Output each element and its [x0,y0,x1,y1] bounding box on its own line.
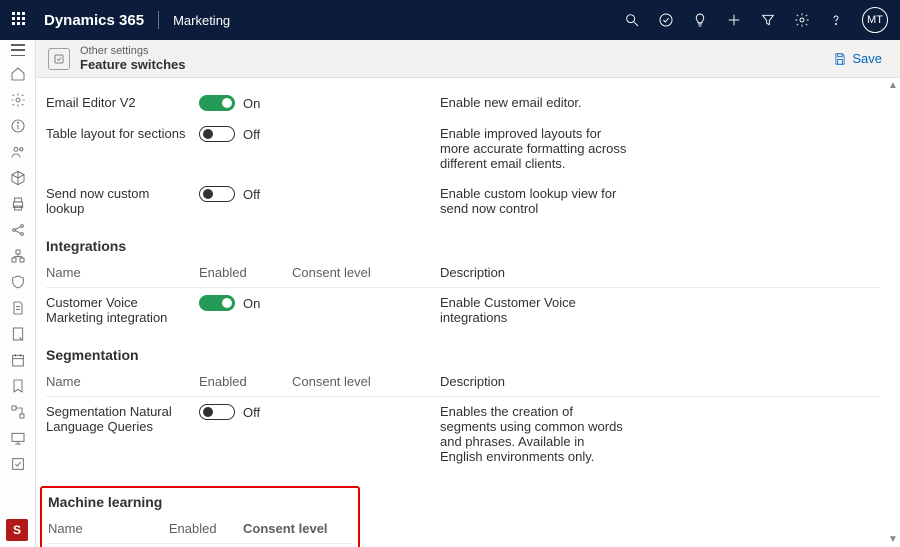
home-icon[interactable] [10,66,26,82]
search-icon[interactable] [624,12,640,28]
section-integrations-title: Integrations [46,238,880,254]
printer-icon[interactable] [10,196,26,212]
cube-icon[interactable] [10,170,26,186]
help-icon[interactable] [828,12,844,28]
breadcrumb: Other settings [80,45,186,57]
form-icon[interactable] [10,326,26,342]
calendar-icon[interactable] [10,352,26,368]
feature-description: Enable Customer Voice integrations [440,295,630,325]
task-icon[interactable] [658,12,674,28]
app-launcher-icon[interactable] [12,12,28,28]
toggle-state-label: On [243,296,260,311]
org-icon[interactable] [10,248,26,264]
task-list-icon[interactable] [10,456,26,472]
feature-description: Enable new email editor. [440,95,630,110]
left-nav: S [0,40,36,547]
sidebar-app-badge[interactable]: S [6,519,28,541]
feature-toggle[interactable] [199,95,235,111]
feature-row: Table layout for sections Off Enable imp… [46,119,880,179]
nav-collapse-icon[interactable] [11,44,25,56]
content-area: Email Editor V2 On Enable new email edit… [36,78,900,547]
gear-icon[interactable] [794,12,810,28]
feature-toggle[interactable] [199,126,235,142]
bookmark-icon[interactable] [10,378,26,394]
feature-name: Table layout for sections [46,126,191,141]
feature-name: Segmentation Natural Language Queries [46,404,191,434]
feature-description: Enables the creation of segments using c… [440,404,630,464]
shield-icon[interactable] [10,274,26,290]
feature-name: Send now custom lookup [46,186,191,216]
user-avatar[interactable]: MT [862,7,888,33]
feature-name: Email Editor V2 [46,95,191,110]
share-icon[interactable] [10,222,26,238]
product-name: Dynamics 365 [44,12,144,29]
scrollbar[interactable]: ▲ ▼ [886,78,900,547]
people-icon[interactable] [10,144,26,160]
save-label: Save [852,51,882,66]
feature-toggle[interactable] [199,404,235,420]
highlighted-section: Machine learning Name Enabled Consent le… [40,486,360,547]
monitor-icon[interactable] [10,430,26,446]
flow-icon[interactable] [10,404,26,420]
section-ml-title: Machine learning [48,494,352,510]
feature-row: Customer Voice Marketing integration On … [46,288,880,333]
feature-switches-icon [48,48,70,70]
filter-icon[interactable] [760,12,776,28]
scroll-up-icon[interactable]: ▲ [888,78,898,93]
page-header: Other settings Feature switches Save [36,40,900,78]
save-icon [833,52,847,66]
topbar-divider [158,11,159,29]
toggle-state-label: On [243,96,260,111]
plus-icon[interactable] [726,12,742,28]
topbar-actions: MT [624,7,888,33]
lightbulb-icon[interactable] [692,12,708,28]
scroll-down-icon[interactable]: ▼ [888,532,898,547]
page-title: Feature switches [80,57,186,72]
global-topbar: Dynamics 365 Marketing MT [0,0,900,40]
feature-name: Customer Voice Marketing integration [46,295,191,325]
column-headers: Name Enabled Consent level [48,514,352,544]
toggle-state-label: Off [243,127,260,142]
feature-row: Send now custom lookup Off Enable custom… [46,179,880,224]
save-button[interactable]: Save [827,47,888,70]
feature-description: Enable custom lookup view for send now c… [440,186,630,216]
feature-toggle[interactable] [199,186,235,202]
toggle-state-label: Off [243,405,260,420]
feature-row: Email Editor V2 On Enable new email edit… [46,88,880,119]
toggle-state-label: Off [243,187,260,202]
settings-icon[interactable] [10,92,26,108]
column-headers: Name Enabled Consent level Description [46,258,880,288]
column-headers: Name Enabled Consent level Description [46,367,880,397]
feature-toggle[interactable] [199,295,235,311]
info-icon[interactable] [10,118,26,134]
feature-description: Enable improved layouts for more accurat… [440,126,630,171]
feature-row: Segmentation Natural Language Queries Of… [46,397,880,472]
section-segmentation-title: Segmentation [46,347,880,363]
document-icon[interactable] [10,300,26,316]
module-name: Marketing [173,13,230,28]
